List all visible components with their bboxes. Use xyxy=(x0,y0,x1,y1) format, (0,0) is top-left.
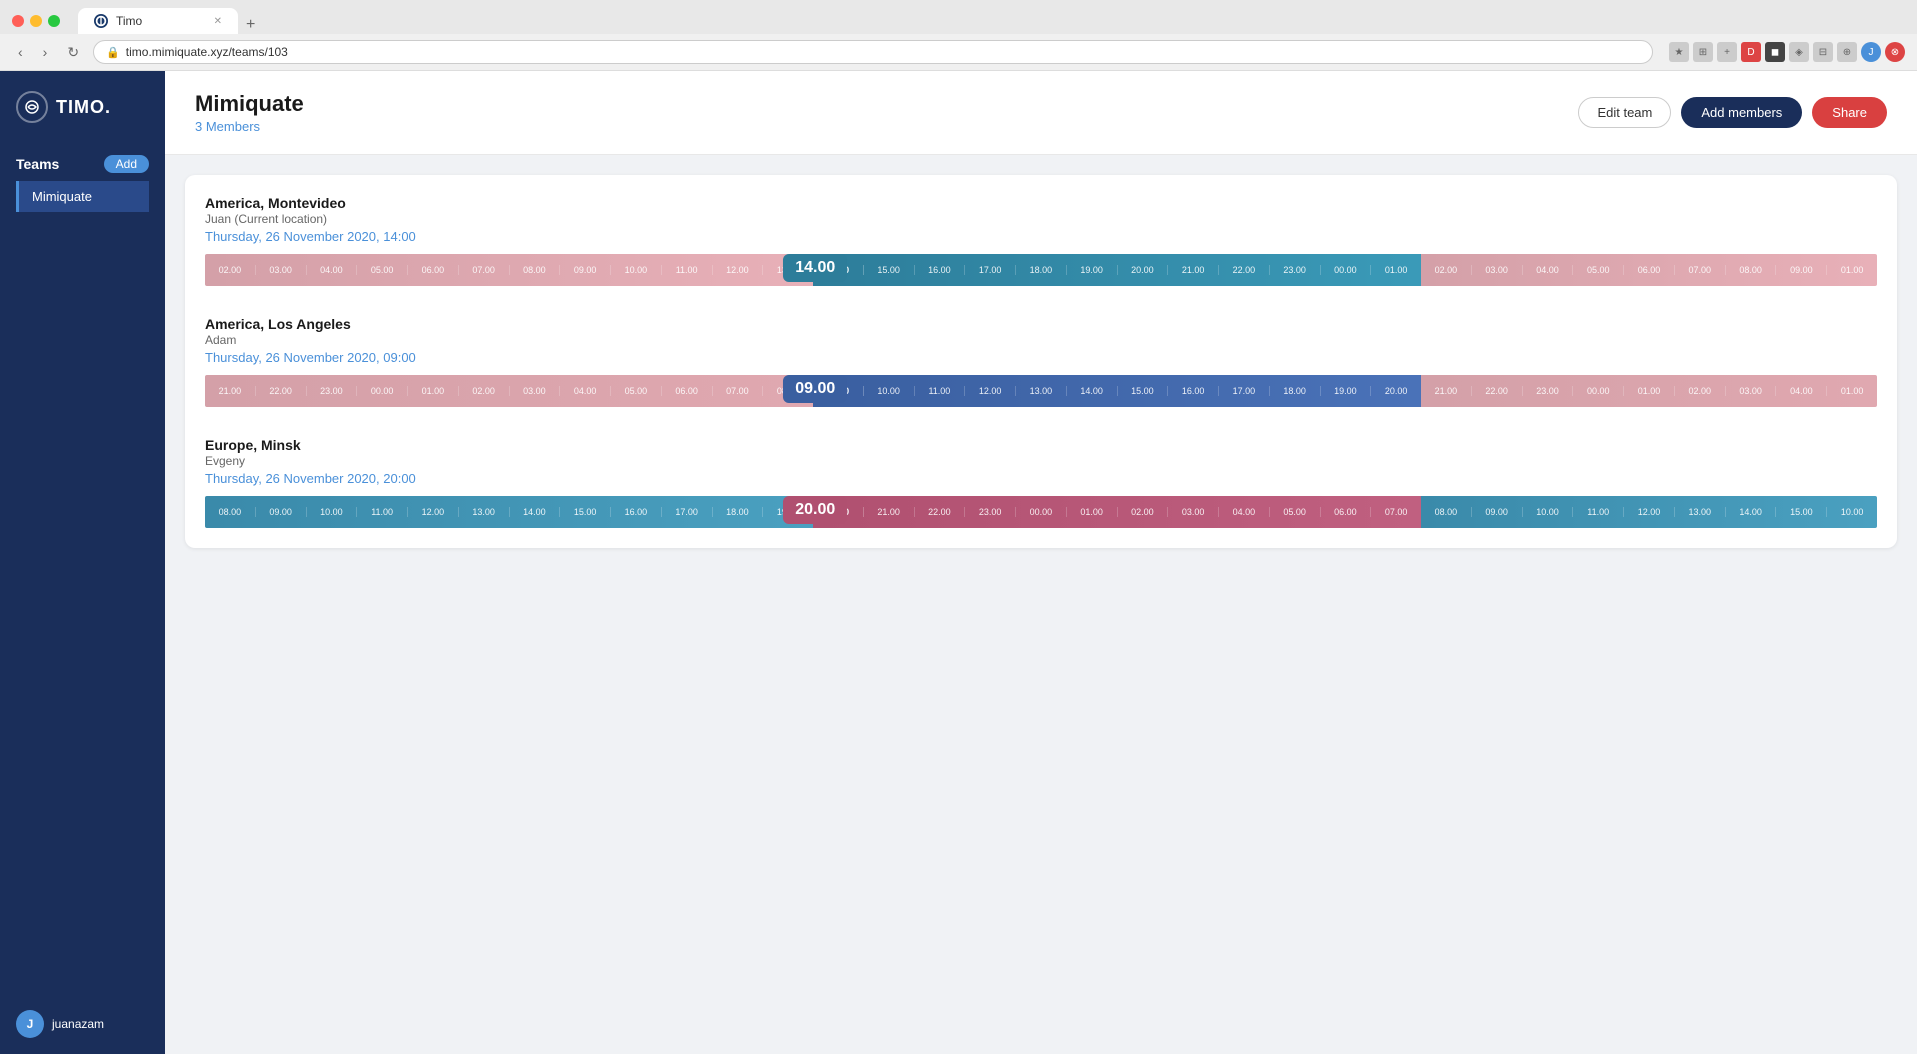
main-content: Mimiquate 3 Members Edit team Add member… xyxy=(165,71,1917,1054)
sidebar-logo: TIMO. xyxy=(0,71,165,143)
app-container: TIMO. Teams Add Mimiquate J juanazam Mim… xyxy=(0,71,1917,1054)
share-button[interactable]: Share xyxy=(1812,97,1887,128)
seg-night2-0: 02.00 03.00 04.00 05.00 06.00 07.00 08.0… xyxy=(1421,254,1877,286)
header-title-block: Mimiquate 3 Members xyxy=(195,91,304,134)
teams-section: Teams Add Mimiquate xyxy=(0,143,165,224)
new-tab-button[interactable]: + xyxy=(238,16,263,34)
timeline-wrapper-1: 21.00 22.00 23.00 00.00 01.00 02.00 03.0… xyxy=(205,375,1877,407)
sidebar-item-mimiquate[interactable]: Mimiquate xyxy=(16,181,149,212)
timeline-bar-0[interactable]: 02.00 03.00 04.00 05.00 06.00 07.00 08.0… xyxy=(205,254,1877,286)
url-text: timo.mimiquate.xyz/teams/103 xyxy=(126,45,288,59)
active-tab[interactable]: Timo ✕ xyxy=(78,8,238,34)
logo-text: TIMO. xyxy=(56,97,111,118)
time-badge-container-0: 14.00 xyxy=(783,254,847,282)
tab-title: Timo xyxy=(116,14,142,28)
forward-button[interactable]: › xyxy=(37,42,54,62)
timeline-bar-1[interactable]: 21.00 22.00 23.00 00.00 01.00 02.00 03.0… xyxy=(205,375,1877,407)
timeline-wrapper-2: 08.00 09.00 10.00 11.00 12.00 13.00 14.0… xyxy=(205,496,1877,528)
refresh-button[interactable]: ↻ xyxy=(61,42,85,63)
content-area: America, Montevideo Juan (Current locati… xyxy=(165,155,1917,568)
time-badge-container-2: 20.00 xyxy=(783,496,847,524)
tz-datetime-0: Thursday, 26 November 2020, 14:00 xyxy=(205,229,1877,244)
tz-location-1: America, Los Angeles xyxy=(205,316,1877,332)
timezone-row-minsk: Europe, Minsk Evgeny Thursday, 26 Novemb… xyxy=(205,437,1877,528)
seg-work-1: 09.00 10.00 11.00 12.00 13.00 14.00 15.0… xyxy=(813,375,1421,407)
timeline-bar-2[interactable]: 08.00 09.00 10.00 11.00 12.00 13.00 14.0… xyxy=(205,496,1877,528)
tz-location-0: America, Montevideo xyxy=(205,195,1877,211)
ext-6[interactable]: ⊟ xyxy=(1813,42,1833,62)
user-avatar: J xyxy=(16,1010,44,1038)
browser-tabs: Timo ✕ + xyxy=(78,8,263,34)
time-badge-container-1: 09.00 xyxy=(783,375,847,403)
tz-person-1: Adam xyxy=(205,333,1877,347)
seg-evening-2: 20.00 21.00 22.00 23.00 00.00 01.00 02.0… xyxy=(813,496,1421,528)
add-members-button[interactable]: Add members xyxy=(1681,97,1802,128)
timeline-track-2: 08.00 09.00 10.00 11.00 12.00 13.00 14.0… xyxy=(205,496,1877,528)
ext-7[interactable]: ⊕ xyxy=(1837,42,1857,62)
back-button[interactable]: ‹ xyxy=(12,42,29,62)
members-count: 3 Members xyxy=(195,119,304,134)
ext-3[interactable]: D xyxy=(1741,42,1761,62)
seg-night-0: 02.00 03.00 04.00 05.00 06.00 07.00 08.0… xyxy=(205,254,813,286)
tz-location-2: Europe, Minsk xyxy=(205,437,1877,453)
seg-work-2a: 08.00 09.00 10.00 11.00 12.00 13.00 14.0… xyxy=(205,496,813,528)
seg-work-0: 14.00 15.00 16.00 17.00 18.00 19.00 20.0… xyxy=(813,254,1421,286)
ext-4[interactable]: ◼ xyxy=(1765,42,1785,62)
window-controls xyxy=(12,15,60,27)
ext-star-icon[interactable]: ★ xyxy=(1669,42,1689,62)
seg-work-2b: 08.00 09.00 10.00 11.00 12.00 13.00 14.0… xyxy=(1421,496,1877,528)
tz-datetime-2: Thursday, 26 November 2020, 20:00 xyxy=(205,471,1877,486)
ext-1[interactable]: ⊞ xyxy=(1693,42,1713,62)
seg-night-1: 21.00 22.00 23.00 00.00 01.00 02.00 03.0… xyxy=(205,375,813,407)
sidebar: TIMO. Teams Add Mimiquate J juanazam xyxy=(0,71,165,1054)
page-header: Mimiquate 3 Members Edit team Add member… xyxy=(165,71,1917,155)
ext-9[interactable]: ⊗ xyxy=(1885,42,1905,62)
tab-favicon xyxy=(94,14,108,28)
ext-2[interactable]: + xyxy=(1717,42,1737,62)
tz-person-0: Juan (Current location) xyxy=(205,212,1877,226)
username-label: juanazam xyxy=(52,1017,104,1031)
time-badge-1: 09.00 xyxy=(783,375,847,403)
tab-close-icon[interactable]: ✕ xyxy=(214,16,222,27)
logo-icon xyxy=(16,91,48,123)
timeline-track-0: 02.00 03.00 04.00 05.00 06.00 07.00 08.0… xyxy=(205,254,1877,286)
edit-team-button[interactable]: Edit team xyxy=(1578,97,1671,128)
timezone-row-montevideo: America, Montevideo Juan (Current locati… xyxy=(205,195,1877,286)
ext-8[interactable]: J xyxy=(1861,42,1881,62)
sidebar-footer: J juanazam xyxy=(0,994,165,1054)
minimize-window-dot[interactable] xyxy=(30,15,42,27)
address-bar[interactable]: 🔒 timo.mimiquate.xyz/teams/103 xyxy=(93,40,1653,64)
teams-section-header: Teams Add xyxy=(16,155,149,173)
time-badge-0: 14.00 xyxy=(783,254,847,282)
timezones-card: America, Montevideo Juan (Current locati… xyxy=(185,175,1897,548)
teams-section-title: Teams xyxy=(16,156,59,172)
add-team-button[interactable]: Add xyxy=(104,155,149,173)
maximize-window-dot[interactable] xyxy=(48,15,60,27)
header-actions: Edit team Add members Share xyxy=(1578,97,1887,128)
browser-extensions: ★ ⊞ + D ◼ ◈ ⊟ ⊕ J ⊗ xyxy=(1669,42,1905,62)
timezone-row-losangeles: America, Los Angeles Adam Thursday, 26 N… xyxy=(205,316,1877,407)
page-title: Mimiquate xyxy=(195,91,304,117)
time-badge-2: 20.00 xyxy=(783,496,847,524)
timeline-wrapper-0: 02.00 03.00 04.00 05.00 06.00 07.00 08.0… xyxy=(205,254,1877,286)
ext-5[interactable]: ◈ xyxy=(1789,42,1809,62)
timeline-track-1: 21.00 22.00 23.00 00.00 01.00 02.00 03.0… xyxy=(205,375,1877,407)
tz-person-2: Evgeny xyxy=(205,454,1877,468)
browser-chrome: Timo ✕ + ‹ › ↻ 🔒 timo.mimiquate.xyz/team… xyxy=(0,0,1917,71)
close-window-dot[interactable] xyxy=(12,15,24,27)
browser-toolbar: ‹ › ↻ 🔒 timo.mimiquate.xyz/teams/103 ★ ⊞… xyxy=(0,34,1917,71)
seg-night2-1: 21.00 22.00 23.00 00.00 01.00 02.00 03.0… xyxy=(1421,375,1877,407)
tz-datetime-1: Thursday, 26 November 2020, 09:00 xyxy=(205,350,1877,365)
lock-icon: 🔒 xyxy=(106,46,120,59)
